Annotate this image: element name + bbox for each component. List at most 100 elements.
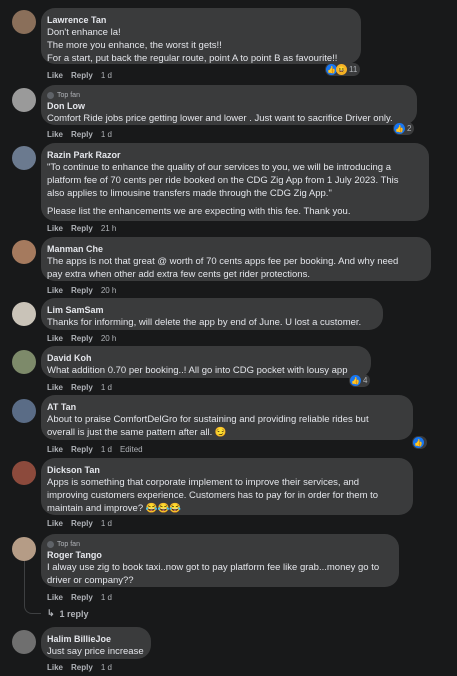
reply-button[interactable]: Reply bbox=[71, 519, 93, 528]
top-fan-icon bbox=[47, 92, 54, 99]
comment-timestamp[interactable]: 20 h bbox=[101, 334, 117, 343]
reaction-count: 2 bbox=[407, 124, 412, 133]
comment-timestamp[interactable]: 1 d bbox=[101, 383, 112, 392]
comment-bubble: Top fan Roger Tango I alway use zig to b… bbox=[41, 534, 399, 587]
comment-bubble: Lim SamSam Thanks for informing, will de… bbox=[41, 298, 383, 330]
comment-author[interactable]: AT Tan bbox=[47, 401, 405, 413]
haha-icon: 😆 bbox=[336, 64, 347, 75]
reaction-summary[interactable]: 👍 😆 11 bbox=[325, 63, 361, 76]
comment-bubble: Razin Park Razor "To continue to enhance… bbox=[41, 143, 429, 221]
reply-button[interactable]: Reply bbox=[71, 383, 93, 392]
comment-author[interactable]: Roger Tango bbox=[47, 549, 391, 561]
comment-author[interactable]: Manman Che bbox=[47, 243, 423, 255]
comment-timestamp[interactable]: 21 h bbox=[101, 224, 117, 233]
comment-text-line: improving customers experience. Customer… bbox=[47, 490, 379, 501]
like-button[interactable]: Like bbox=[47, 593, 63, 602]
comment-text-line: Just say price increase bbox=[47, 646, 144, 657]
comment-bubble: Lawrence Tan Don't enhance la! The more … bbox=[41, 8, 361, 64]
like-icon: 👍 bbox=[413, 437, 424, 448]
comment-text-line: What addition 0.70 per booking..! All go… bbox=[47, 365, 348, 376]
avatar[interactable] bbox=[12, 350, 36, 374]
top-fan-badge: Top fan bbox=[47, 91, 409, 100]
comment-author[interactable]: Dickson Tan bbox=[47, 464, 405, 476]
comment-text-line: platform fee of 70 cents per ride booked… bbox=[47, 175, 399, 186]
reaction-count: 11 bbox=[349, 65, 358, 74]
comment-timestamp[interactable]: 1 d bbox=[101, 593, 112, 602]
avatar[interactable] bbox=[12, 461, 36, 485]
comment-timestamp[interactable]: 1 d bbox=[101, 130, 112, 139]
comment-author[interactable]: David Koh bbox=[47, 352, 363, 364]
comment-text-line: also applies to limousine transfers made… bbox=[47, 188, 332, 199]
reply-button[interactable]: Reply bbox=[71, 224, 93, 233]
like-button[interactable]: Like bbox=[47, 519, 63, 528]
comment-text-line: The more you enhance, the worst it gets!… bbox=[47, 40, 222, 51]
reply-button[interactable]: Reply bbox=[71, 445, 93, 454]
comment-timestamp[interactable]: 1 d bbox=[101, 519, 112, 528]
comment-bubble: David Koh What addition 0.70 per booking… bbox=[41, 346, 371, 378]
like-button[interactable]: Like bbox=[47, 334, 63, 343]
avatar[interactable] bbox=[12, 88, 36, 112]
reply-button[interactable]: Reply bbox=[71, 71, 93, 80]
avatar[interactable] bbox=[12, 399, 36, 423]
avatar[interactable] bbox=[12, 630, 36, 654]
reaction-summary[interactable]: 👍 4 bbox=[349, 374, 371, 387]
avatar[interactable] bbox=[12, 10, 36, 34]
comment-text-line: For a start, put back the regular route,… bbox=[47, 53, 338, 64]
comment-bubble: Top fan Don Low Comfort Ride jobs price … bbox=[41, 85, 417, 125]
comment-bubble: Dickson Tan Apps is something that corpo… bbox=[41, 458, 413, 515]
like-button[interactable]: Like bbox=[47, 286, 63, 295]
reaction-summary[interactable]: 👍 2 bbox=[393, 122, 415, 135]
like-button[interactable]: Like bbox=[47, 130, 63, 139]
comment-timestamp[interactable]: 1 d bbox=[101, 445, 112, 454]
replies-count: 1 reply bbox=[59, 608, 89, 619]
like-icon: 👍 bbox=[350, 375, 361, 386]
like-button[interactable]: Like bbox=[47, 71, 63, 80]
avatar[interactable] bbox=[12, 537, 36, 561]
comment-text-line: maintain and improve? 😂😂😂 bbox=[47, 503, 182, 514]
comment-bubble: AT Tan About to praise ComfortDelGro for… bbox=[41, 395, 413, 440]
comment-text-line: About to praise ComfortDelGro for sustai… bbox=[47, 414, 369, 425]
reply-button[interactable]: Reply bbox=[71, 130, 93, 139]
like-button[interactable]: Like bbox=[47, 383, 63, 392]
top-fan-badge: Top fan bbox=[47, 540, 391, 549]
reply-arrow-icon: ↳ bbox=[47, 608, 55, 618]
avatar[interactable] bbox=[12, 146, 36, 170]
comment-timestamp[interactable]: 20 h bbox=[101, 286, 117, 295]
comment-text-line: Apps is something that corporate impleme… bbox=[47, 477, 360, 488]
comment-text-line: driver or company?? bbox=[47, 575, 134, 586]
comment-bubble: Halim BillieJoe Just say price increase bbox=[41, 627, 151, 659]
comment-text-line: Comfort Ride jobs price getting lower an… bbox=[47, 113, 393, 124]
reply-thread-line bbox=[24, 556, 41, 614]
comment-author[interactable]: Razin Park Razor bbox=[47, 149, 421, 161]
reply-button[interactable]: Reply bbox=[71, 286, 93, 295]
reaction-summary[interactable]: 👍 bbox=[412, 436, 427, 449]
like-button[interactable]: Like bbox=[47, 663, 63, 672]
avatar[interactable] bbox=[12, 302, 36, 326]
comment-author[interactable]: Lawrence Tan bbox=[47, 14, 353, 26]
comment-author[interactable]: Lim SamSam bbox=[47, 304, 375, 316]
comment-text-line: "To continue to enhance the quality of o… bbox=[47, 162, 391, 173]
comment-author[interactable]: Don Low bbox=[47, 100, 409, 112]
comment-text-line: Thanks for informing, will delete the ap… bbox=[47, 317, 362, 328]
reaction-count: 4 bbox=[363, 376, 368, 385]
comment-timestamp[interactable]: 1 d bbox=[101, 663, 112, 672]
avatar[interactable] bbox=[12, 240, 36, 264]
reply-button[interactable]: Reply bbox=[71, 593, 93, 602]
reply-button[interactable]: Reply bbox=[71, 663, 93, 672]
comment-text-line: Please list the enhancements we are expe… bbox=[47, 206, 351, 217]
view-replies-link[interactable]: ↳ 1 reply bbox=[47, 608, 89, 619]
edited-label: Edited bbox=[119, 445, 143, 454]
comment-text-line: overall is just the same pattern after a… bbox=[47, 427, 227, 438]
like-button[interactable]: Like bbox=[47, 224, 63, 233]
comment-text-line: The apps is not that great @ worth of 70… bbox=[47, 256, 399, 267]
comment-bubble: Manman Che The apps is not that great @ … bbox=[41, 237, 431, 281]
comment-text-line: pay extra when other add extra few cents… bbox=[47, 269, 310, 280]
comment-text-line: I alway use zig to book taxi..now got to… bbox=[47, 562, 380, 573]
comment-author[interactable]: Halim BillieJoe bbox=[47, 633, 143, 645]
reply-button[interactable]: Reply bbox=[71, 334, 93, 343]
like-button[interactable]: Like bbox=[47, 445, 63, 454]
like-icon: 👍 bbox=[394, 123, 405, 134]
comment-timestamp[interactable]: 1 d bbox=[101, 71, 112, 80]
comment-text-line: Don't enhance la! bbox=[47, 27, 121, 38]
top-fan-icon bbox=[47, 541, 54, 548]
